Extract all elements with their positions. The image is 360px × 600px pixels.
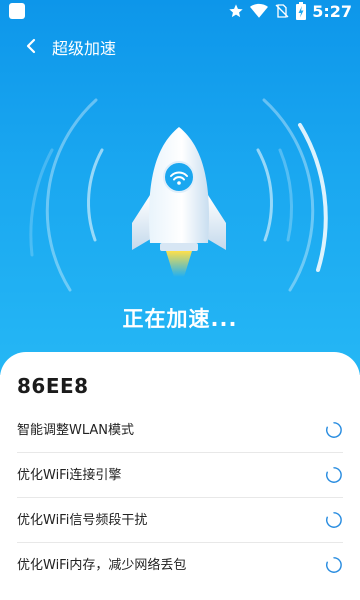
loading-spinner-icon [326, 557, 342, 573]
star-icon [229, 4, 243, 18]
list-item: 优化WiFi内存，减少网络丢包 [17, 543, 343, 587]
loading-spinner-icon [326, 467, 342, 483]
hero-section: 5:27 超级加速 正在加速... [0, 0, 360, 375]
optimization-card: 86EE8 智能调整WLAN模式 优化WiFi连接引擎 优化WiFi信号频段干扰… [0, 352, 360, 600]
wifi-icon [250, 3, 269, 18]
rocket-icon [132, 127, 226, 277]
list-item: 优化WiFi连接引擎 [17, 453, 343, 498]
task-label: 优化WiFi内存，减少网络丢包 [17, 558, 187, 573]
list-item: 优化WiFi信号频段干扰 [17, 498, 343, 543]
loading-spinner-icon [326, 512, 342, 528]
status-time: 5:27 [312, 1, 352, 21]
list-item: 智能调整WLAN模式 [17, 408, 343, 453]
accelerating-status: 正在加速... [122, 307, 238, 331]
task-label: 智能调整WLAN模式 [17, 423, 135, 438]
status-icons: 5:27 [228, 1, 352, 21]
page-title: 超级加速 [52, 39, 117, 58]
notification-icon [9, 3, 25, 19]
task-label: 优化WiFi信号频段干扰 [17, 513, 148, 528]
task-label: 优化WiFi连接引擎 [17, 468, 122, 483]
battery-icon [296, 2, 307, 20]
app-bar: 超级加速 [0, 28, 360, 64]
status-bar: 5:27 [0, 0, 360, 22]
no-sim-icon [275, 4, 289, 18]
loading-spinner-icon [326, 422, 342, 438]
back-arrow-icon[interactable] [20, 34, 44, 58]
task-list: 智能调整WLAN模式 优化WiFi连接引擎 优化WiFi信号频段干扰 优化WiF… [17, 408, 343, 587]
network-ssid: 86EE8 [17, 374, 89, 398]
